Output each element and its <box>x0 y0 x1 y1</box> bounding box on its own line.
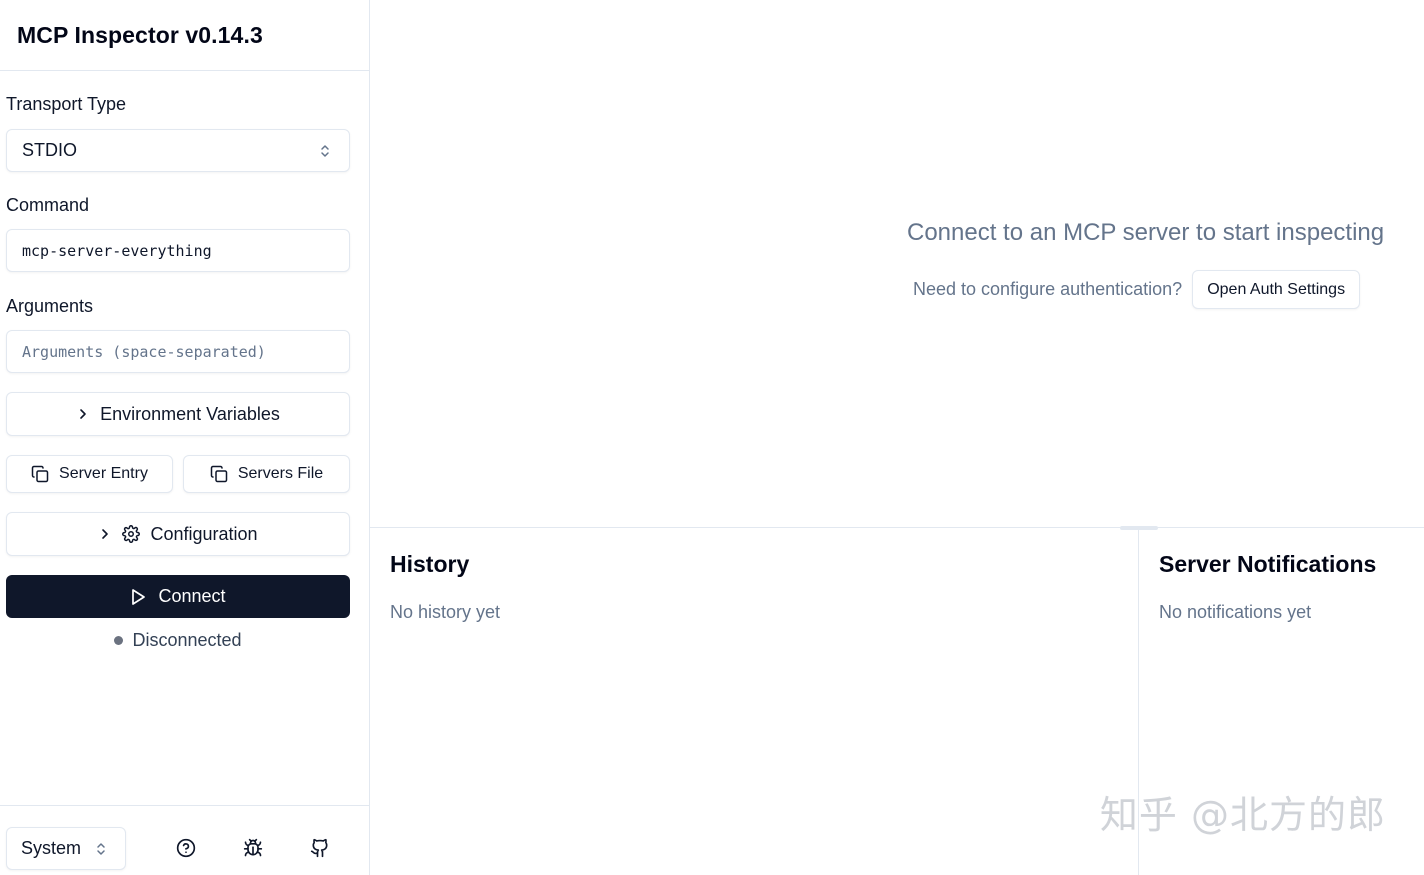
chevrons-up-down-icon <box>319 142 331 160</box>
environment-variables-button[interactable]: Environment Variables <box>6 392 350 436</box>
servers-file-label: Servers File <box>237 465 324 482</box>
github-icon[interactable] <box>308 836 332 860</box>
app-title: MCP Inspector v0.14.3 <box>17 21 263 48</box>
chevrons-up-down-icon <box>95 840 107 858</box>
copy-icon <box>31 465 49 483</box>
transport-type-select[interactable]: STDIO <box>6 129 350 172</box>
theme-select[interactable]: System <box>6 827 126 870</box>
connect-label: Connect <box>158 586 226 606</box>
chevron-right-icon <box>98 527 112 541</box>
main-content: Connect to an MCP server to start inspec… <box>370 0 1424 875</box>
configuration-label: Configuration <box>150 523 258 544</box>
server-entry-button[interactable]: Server Entry <box>6 455 173 493</box>
arguments-label: Arguments <box>6 296 94 316</box>
sidebar-footer: System <box>0 805 369 875</box>
history-empty-text: No history yet <box>390 602 501 622</box>
transport-type-value: STDIO <box>22 140 78 160</box>
history-title: History <box>390 551 470 577</box>
configuration-button[interactable]: Configuration <box>6 512 350 556</box>
server-entry-label: Server Entry <box>59 465 148 482</box>
servers-file-button[interactable]: Servers File <box>183 455 350 493</box>
sidebar-header: MCP Inspector v0.14.3 <box>0 0 369 71</box>
command-label: Command <box>6 195 90 215</box>
play-icon <box>130 588 146 606</box>
open-auth-settings-button[interactable]: Open Auth Settings <box>1192 270 1361 309</box>
connection-status: Disconnected <box>6 628 350 652</box>
bug-icon[interactable] <box>241 836 265 860</box>
inspector-pane: Connect to an MCP server to start inspec… <box>370 0 1424 528</box>
sidebar: MCP Inspector v0.14.3 Transport Type STD… <box>0 0 370 875</box>
auth-prompt: Need to configure authentication? <box>913 279 1183 299</box>
settings-gear-icon <box>122 525 141 543</box>
connect-button[interactable]: Connect <box>6 575 350 618</box>
auth-row: Need to configure authentication? Open A… <box>913 270 1361 309</box>
arguments-input-wrapper <box>6 330 350 373</box>
copy-icon <box>210 465 228 483</box>
environment-variables-label: Environment Variables <box>100 403 280 424</box>
server-notifications-title: Server Notifications <box>1159 551 1377 577</box>
watermark: 知乎 @北方的郎 <box>1099 793 1386 837</box>
theme-value: System <box>21 838 82 858</box>
command-input[interactable] <box>7 230 349 271</box>
empty-state-title: Connect to an MCP server to start inspec… <box>907 219 1385 246</box>
command-input-wrapper <box>6 229 350 272</box>
chevron-right-icon <box>76 407 90 421</box>
history-pane: History No history yet <box>370 529 1139 875</box>
notifications-empty-text: No notifications yet <box>1159 602 1312 622</box>
arguments-input[interactable] <box>7 331 349 372</box>
status-dot-icon <box>114 635 124 645</box>
help-circle-icon[interactable] <box>174 836 198 860</box>
status-text: Disconnected <box>132 629 242 650</box>
transport-type-label: Transport Type <box>6 94 127 114</box>
